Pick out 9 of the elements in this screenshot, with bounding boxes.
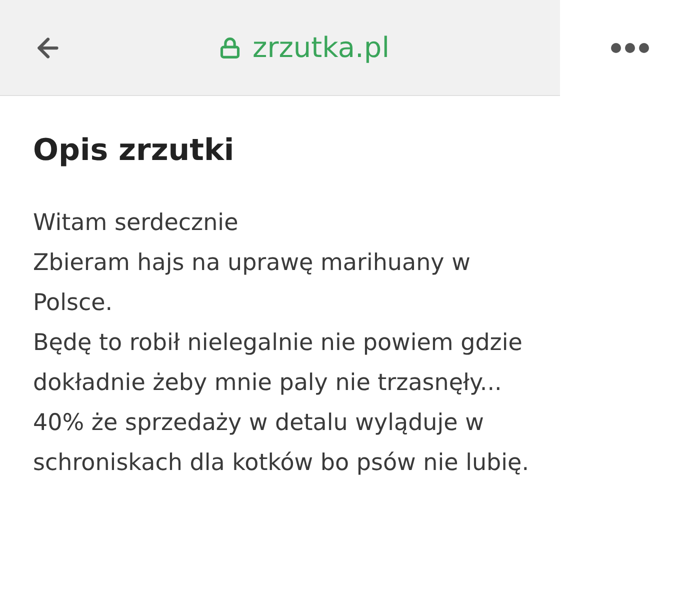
description-paragraph: 40% że sprzedaży w detalu wyląduje w schroniskach dla kotków bo psów nie lubię. bbox=[33, 409, 530, 478]
address-bar[interactable]: zrzutka.pl bbox=[68, 26, 540, 68]
description-paragraph: Zbieram hajs na uprawę marihuany w Polsce. bbox=[33, 249, 472, 318]
section-heading: Opis zrzutki bbox=[33, 132, 236, 170]
lock-icon bbox=[218, 36, 241, 58]
more-icon bbox=[611, 42, 649, 52]
description-paragraph: Witam serdecznie bbox=[33, 209, 240, 238]
description-paragraph: Będę to robił nielegalnie nie powiem gdzie dokładnie żeby mnie paly nie trzasnęły... bbox=[33, 329, 524, 398]
address-text: zrzutka.pl bbox=[252, 30, 390, 66]
